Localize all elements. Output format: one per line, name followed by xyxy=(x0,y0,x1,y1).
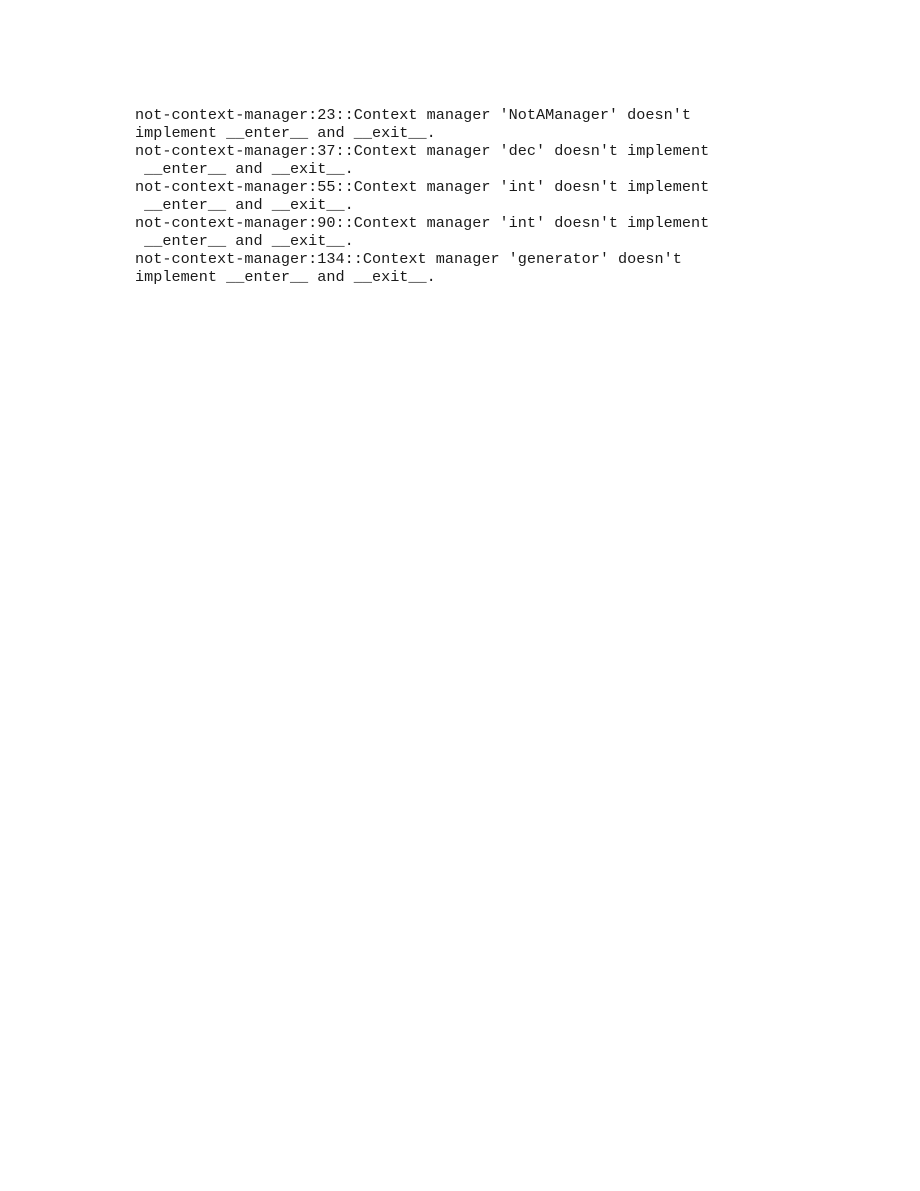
page-canvas: not-context-manager:23::Context manager … xyxy=(0,0,920,1191)
lint-message-line: not-context-manager:55::Context manager … xyxy=(135,178,710,196)
lint-message-line: implement __enter__ and __exit__. xyxy=(135,268,436,286)
lint-message-line: __enter__ and __exit__. xyxy=(135,232,354,250)
lint-message: not-context-manager:23::Context manager … xyxy=(135,106,745,142)
lint-message-line: not-context-manager:37::Context manager … xyxy=(135,142,710,160)
lint-message-line: not-context-manager:90::Context manager … xyxy=(135,214,710,232)
lint-message-line: not-context-manager:134::Context manager… xyxy=(135,250,682,268)
lint-message: not-context-manager:37::Context manager … xyxy=(135,142,745,178)
lint-message-line: __enter__ and __exit__. xyxy=(135,160,354,178)
lint-message: not-context-manager:134::Context manager… xyxy=(135,250,745,286)
lint-report-output: not-context-manager:23::Context manager … xyxy=(135,106,745,286)
lint-message: not-context-manager:55::Context manager … xyxy=(135,178,745,214)
lint-message: not-context-manager:90::Context manager … xyxy=(135,214,745,250)
lint-message-line: not-context-manager:23::Context manager … xyxy=(135,106,691,124)
lint-message-line: __enter__ and __exit__. xyxy=(135,196,354,214)
lint-message-line: implement __enter__ and __exit__. xyxy=(135,124,436,142)
